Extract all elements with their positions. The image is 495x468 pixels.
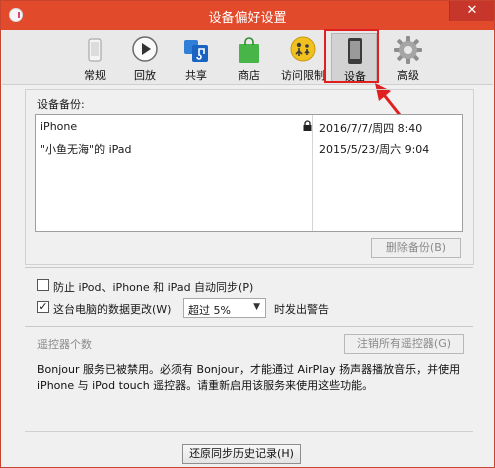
- chevron-down-icon: ▼: [253, 302, 260, 312]
- close-button[interactable]: ✕: [449, 1, 494, 21]
- warning-suffix-label: 时发出警告: [274, 303, 329, 316]
- backup-device-name: iPhone: [40, 120, 78, 133]
- forget-remotes-button[interactable]: 注销所有遥控器(G): [344, 334, 464, 354]
- backup-date: 2015/5/23/周六 9:04: [319, 143, 430, 156]
- lock-icon: [303, 120, 312, 131]
- tab-playback-label: 回放: [134, 69, 156, 82]
- bonjour-description: Bonjour 服务已被禁用。必须有 Bonjour，才能通过 AirPlay …: [37, 363, 461, 392]
- tab-advanced[interactable]: 高级: [385, 33, 431, 83]
- backup-device-name: "小鱼无海"的 iPad: [40, 143, 132, 156]
- data-change-warning-checkbox[interactable]: ✓: [37, 301, 49, 313]
- reset-sync-history-button[interactable]: 还原同步历史记录(H): [182, 444, 301, 464]
- store-bag-icon: [239, 37, 259, 63]
- annotation-highlight-box: [324, 29, 379, 83]
- preferences-toolbar: 常规 回放 共享 商店 访问限制 设备 高级: [2, 30, 493, 85]
- divider: [25, 326, 473, 327]
- tab-restrictions[interactable]: 访问限制: [280, 33, 326, 83]
- warning-threshold-select[interactable]: 超过 5% ▼: [183, 298, 266, 318]
- divider: [25, 267, 473, 268]
- tab-general-label: 常规: [84, 69, 106, 82]
- backup-row[interactable]: "小鱼无海"的 iPad 2015/5/23/周六 9:04: [36, 138, 462, 158]
- title-bar: 设备偏好设置 ✕: [1, 1, 494, 30]
- tab-sharing[interactable]: 共享: [173, 33, 219, 83]
- phone-general-icon: [88, 38, 102, 62]
- backup-row[interactable]: iPhone 2016/7/7/周四 8:40: [36, 117, 462, 137]
- backup-list[interactable]: iPhone 2016/7/7/周四 8:40 "小鱼无海"的 iPad 201…: [35, 114, 463, 232]
- parental-restrictions-icon: [290, 36, 316, 62]
- gear-icon: [394, 36, 422, 64]
- tab-sharing-label: 共享: [185, 69, 207, 82]
- prevent-sync-label: 防止 iPod、iPhone 和 iPad 自动同步(P): [53, 281, 254, 294]
- play-icon: [132, 36, 158, 62]
- tab-playback[interactable]: 回放: [122, 33, 168, 83]
- tab-store[interactable]: 商店: [226, 33, 272, 83]
- backup-date: 2016/7/7/周四 8:40: [319, 122, 423, 135]
- tab-advanced-label: 高级: [397, 69, 419, 82]
- backups-section-label: 设备备份:: [37, 98, 85, 111]
- tab-store-label: 商店: [238, 69, 260, 82]
- divider: [25, 431, 473, 432]
- music-share-icon: [184, 40, 208, 62]
- preferences-window: 设备偏好设置 ✕ 常规 回放 共享 商店 访问限制 设备 高级 设备备份: iP…: [0, 0, 495, 468]
- tab-restrictions-label: 访问限制: [281, 69, 325, 82]
- prevent-sync-checkbox[interactable]: [37, 279, 49, 291]
- data-change-warning-label: 这台电脑的数据更改(W): [53, 303, 172, 316]
- delete-backup-button[interactable]: 删除备份(B): [371, 238, 461, 258]
- warning-threshold-value: 超过 5%: [188, 304, 231, 317]
- window-title: 设备偏好设置: [208, 11, 287, 26]
- tab-general[interactable]: 常规: [72, 33, 118, 83]
- remote-count-label: 遥控器个数: [37, 338, 92, 351]
